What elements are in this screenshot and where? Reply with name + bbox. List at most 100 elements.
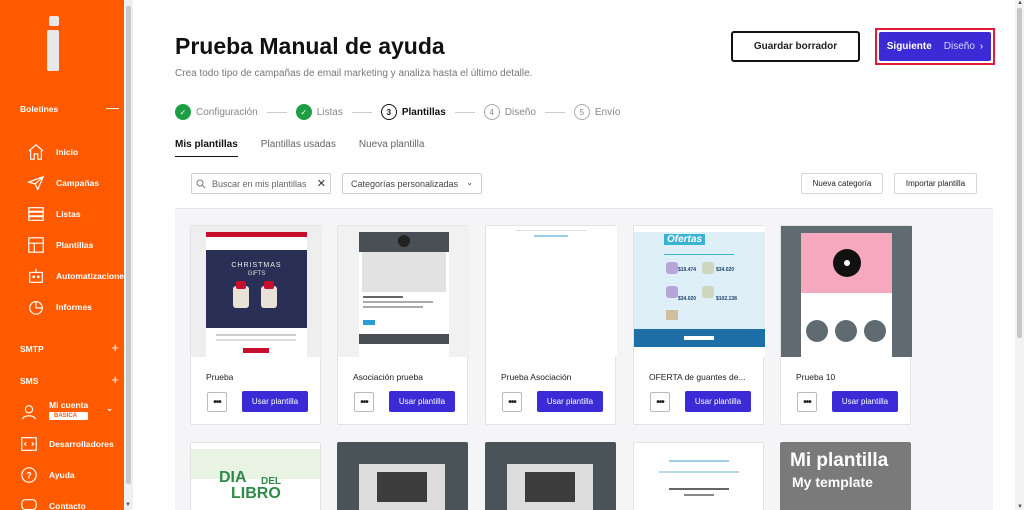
search-icon [196, 179, 206, 188]
section-boletines-label: Boletines [20, 104, 59, 114]
template-card[interactable]: Asociación prueba ••• Usar plantilla [337, 225, 469, 425]
chat-icon [21, 499, 37, 510]
template-card[interactable] [485, 442, 616, 510]
sidebar-item-campanas[interactable]: Campañas [27, 173, 99, 193]
step-label: Diseño [504, 106, 536, 118]
template-name: Prueba 10 [796, 372, 836, 382]
thumb-text: CHRISTMAS [231, 262, 282, 269]
thumb-price: $102.138 [716, 296, 737, 302]
code-icon [21, 437, 37, 451]
template-card[interactable] [337, 442, 468, 510]
section-smtp[interactable]: SMTP + [20, 341, 119, 354]
svg-text:?: ? [26, 471, 32, 481]
step-configuracion[interactable]: ✓ Configuración [175, 104, 258, 120]
sidebar-item-ayuda[interactable]: ? Ayuda [20, 465, 75, 485]
use-template-button[interactable]: Usar plantilla [537, 391, 603, 412]
step-number: 4 [483, 104, 500, 120]
use-template-button[interactable]: Usar plantilla [389, 391, 455, 412]
sidebar: Boletines — Inicio Campañas Listas Plant… [0, 0, 133, 510]
template-tabs: Mis plantillas Plantillas usadas Nueva p… [175, 139, 447, 158]
sidebar-item-label: Inicio [56, 147, 79, 157]
stepper: ✓ Configuración ✓ Listas 3 Plantillas 4 … [175, 104, 620, 120]
templates-toolbar: Buscar en mis plantillas ✕ Categorías pe… [175, 157, 993, 209]
more-options-button[interactable]: ••• [207, 392, 227, 412]
list-icon [28, 207, 44, 221]
template-card[interactable]: DIA DEL LIBRO [190, 442, 321, 510]
template-card[interactable]: Ofertas $19.474 $34.020 $34.020 $102.138… [633, 225, 765, 425]
template-name: OFERTA de guantes de... [649, 372, 746, 382]
use-template-button[interactable]: Usar plantilla [832, 391, 898, 412]
sidebar-item-plantillas[interactable]: Plantillas [27, 235, 93, 255]
sidebar-item-account[interactable]: Mi cuenta BÁSICA ⌄ [20, 400, 113, 428]
template-thumbnail[interactable] [781, 226, 912, 357]
thumb-price: $34.020 [678, 296, 697, 302]
template-card[interactable]: CHRISTMAS GIFTS Prueba ••• Usar plantill… [190, 225, 322, 425]
sidebar-item-desarrolladores[interactable]: Desarrolladores [20, 434, 114, 454]
page-scrollbar[interactable]: ▲ ▼ [1015, 0, 1024, 510]
step-label: Listas [316, 106, 343, 118]
chevron-down-icon[interactable]: ⌄ [106, 404, 113, 413]
sidebar-item-label: Automatizaciones [56, 271, 129, 281]
next-step-label: Diseño [943, 41, 975, 52]
sidebar-item-automatizaciones[interactable]: Automatizaciones [27, 266, 129, 286]
check-icon: ✓ [295, 104, 312, 120]
page-title: Prueba Manual de ayuda [175, 33, 445, 59]
section-boletines[interactable]: Boletines — [20, 101, 119, 114]
new-category-button[interactable]: Nueva categoría [801, 173, 883, 194]
sidebar-item-label: Informes [56, 302, 92, 312]
thumb-price: $19.474 [678, 267, 697, 273]
use-template-button[interactable]: Usar plantilla [685, 391, 751, 412]
home-icon [28, 144, 44, 160]
thumb-price: $34.020 [716, 267, 735, 273]
section-sms[interactable]: SMS + [20, 373, 119, 386]
template-icon [28, 237, 44, 253]
check-icon: ✓ [175, 104, 191, 120]
tab-plantillas-usadas[interactable]: Plantillas usadas [261, 139, 336, 158]
template-thumbnail[interactable]: CHRISTMAS GIFTS [191, 226, 322, 357]
section-sms-label: SMS [20, 376, 39, 386]
automation-icon [29, 268, 43, 283]
scroll-down-icon[interactable]: ▼ [1017, 504, 1023, 510]
sidebar-item-contacto[interactable]: Contacto [20, 496, 86, 510]
scroll-down-icon[interactable]: ▼ [125, 502, 131, 508]
template-thumbnail[interactable] [486, 226, 617, 357]
user-icon [22, 405, 36, 420]
collapse-icon[interactable]: — [106, 101, 119, 114]
step-listas[interactable]: ✓ Listas [295, 104, 343, 120]
category-select[interactable]: Categorías personalizadas ⌄ [342, 173, 482, 194]
template-card[interactable]: Prueba Asociación ••• Usar plantilla [485, 225, 617, 425]
step-label: Plantillas [401, 106, 446, 118]
scroll-up-icon[interactable]: ▲ [1017, 0, 1023, 6]
sidebar-item-inicio[interactable]: Inicio [27, 142, 78, 162]
help-icon: ? [21, 467, 37, 483]
expand-icon[interactable]: + [111, 341, 119, 354]
search-input[interactable]: Buscar en mis plantillas ✕ [191, 173, 331, 194]
more-options-button[interactable]: ••• [502, 392, 522, 412]
sidebar-item-informes[interactable]: Informes [27, 297, 92, 317]
step-diseno[interactable]: 4 Diseño [483, 104, 536, 120]
template-card[interactable]: Mi plantilla My template [780, 442, 911, 510]
sidebar-scrollbar[interactable]: ▼ [124, 0, 133, 510]
expand-icon[interactable]: + [111, 373, 119, 386]
tab-mis-plantillas[interactable]: Mis plantillas [175, 139, 238, 158]
template-thumbnail[interactable]: Ofertas $19.474 $34.020 $34.020 $102.138 [634, 226, 765, 357]
step-plantillas[interactable]: 3 Plantillas [380, 104, 446, 120]
more-options-button[interactable]: ••• [354, 392, 374, 412]
more-options-button[interactable]: ••• [650, 392, 670, 412]
next-button[interactable]: Siguiente Diseño › [879, 32, 991, 61]
clear-icon[interactable]: ✕ [317, 177, 326, 190]
app-logo[interactable] [47, 16, 61, 71]
import-template-button[interactable]: Importar plantilla [894, 173, 977, 194]
template-thumbnail[interactable] [338, 226, 469, 357]
search-placeholder: Buscar en mis plantillas [212, 178, 307, 189]
template-card[interactable]: Prueba 10 ••• Usar plantilla [780, 225, 912, 425]
save-draft-button[interactable]: Guardar borrador [731, 31, 860, 62]
more-options-button[interactable]: ••• [797, 392, 817, 412]
template-name: Asociación prueba [353, 372, 423, 382]
sidebar-item-listas[interactable]: Listas [27, 204, 81, 224]
tab-nueva-plantilla[interactable]: Nueva plantilla [359, 139, 425, 158]
thumb-text: GIFTS [247, 271, 266, 277]
template-card[interactable] [633, 442, 764, 510]
use-template-button[interactable]: Usar plantilla [242, 391, 308, 412]
step-envio[interactable]: 5 Envío [573, 104, 620, 120]
